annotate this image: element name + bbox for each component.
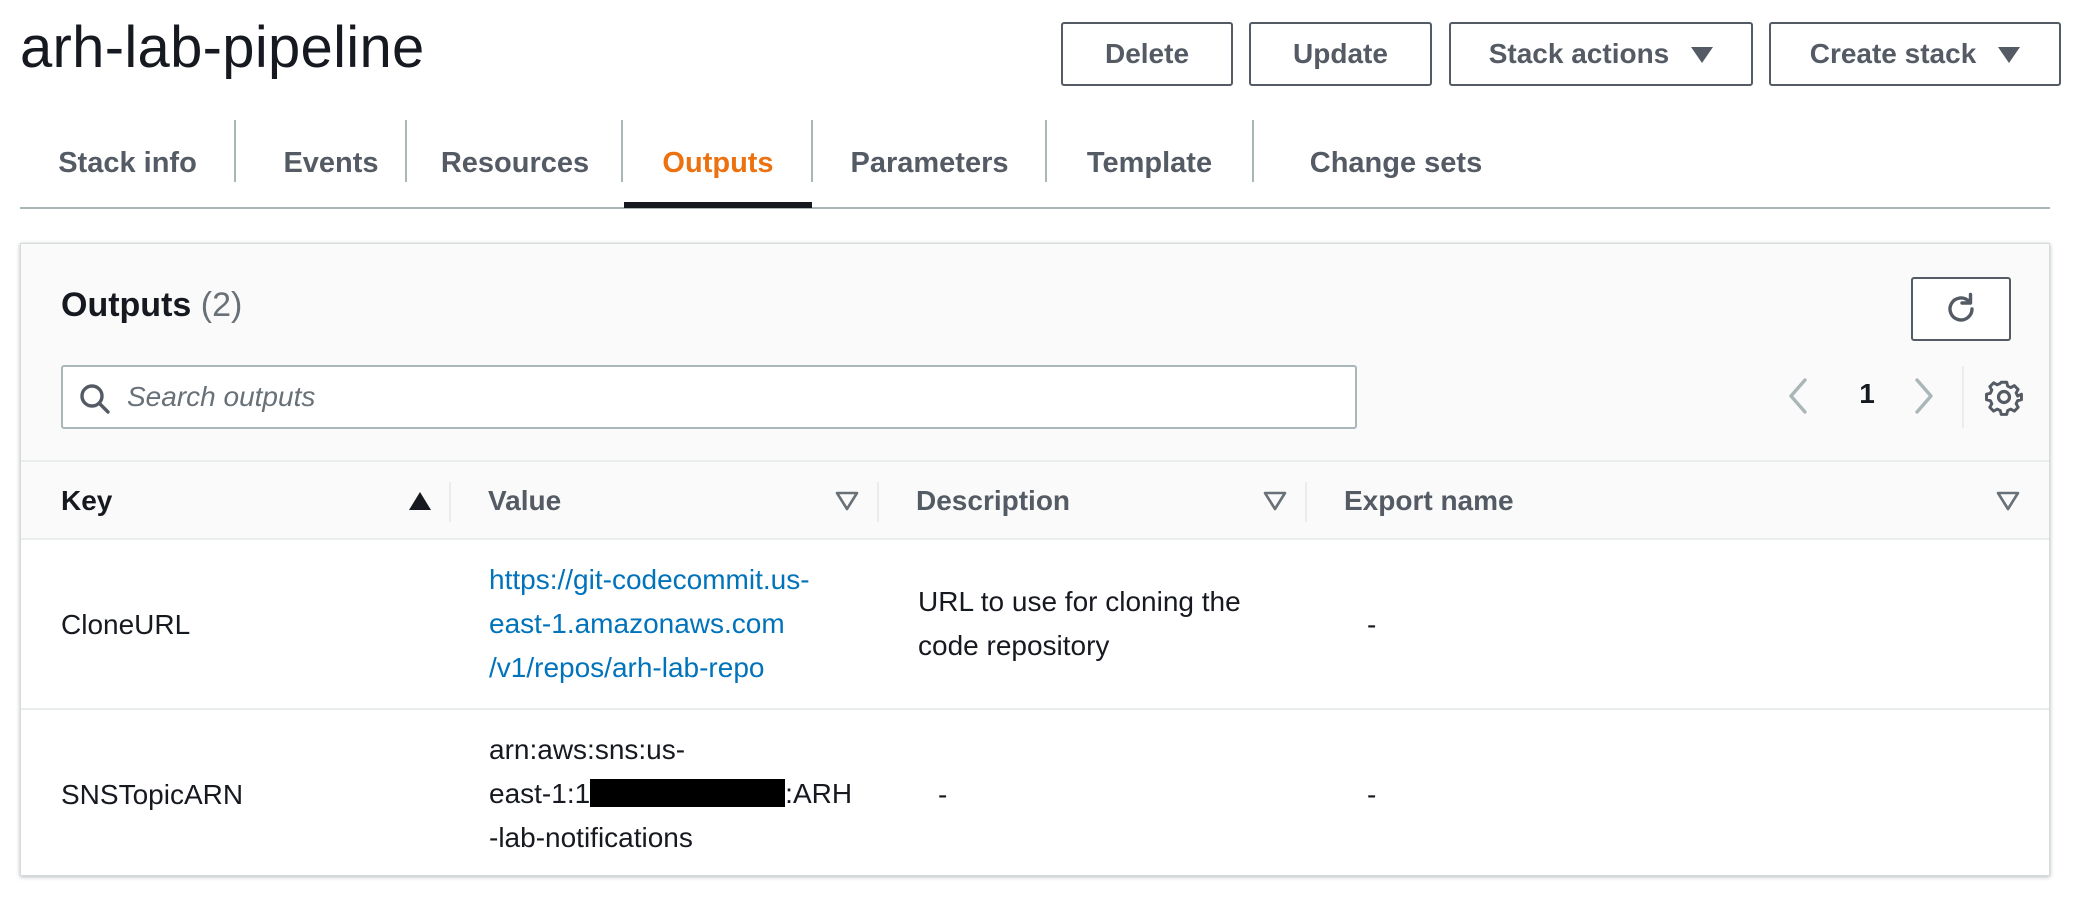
column-divider (1305, 482, 1307, 522)
sort-descending-outline-icon[interactable] (1995, 488, 2021, 514)
tab-divider (405, 120, 407, 182)
tab-events[interactable]: Events (236, 120, 426, 207)
update-button[interactable]: Update (1249, 22, 1432, 86)
delete-button[interactable]: Delete (1061, 22, 1233, 86)
chevron-right-icon[interactable] (1907, 373, 1941, 419)
sort-descending-outline-icon[interactable] (1262, 488, 1288, 514)
tab-label: Change sets (1309, 147, 1483, 179)
panel-title: Outputs (2) (61, 286, 242, 325)
column-header-key[interactable]: Key (61, 462, 112, 540)
output-key: CloneURL (61, 609, 191, 640)
outputs-count: (2) (200, 286, 243, 324)
tab-label: Events (283, 147, 379, 179)
stack-actions-button-label: Stack actions (1488, 38, 1670, 69)
output-key: SNSTopicARN (61, 779, 244, 810)
tab-change-sets[interactable]: Change sets (1253, 120, 1539, 207)
clone-url-link[interactable]: https://git-codecommit.us- east-1.amazon… (489, 564, 810, 683)
tab-divider (1045, 120, 1047, 182)
panel-header: Outputs (2) 1 (21, 244, 2049, 462)
output-value: https://git-codecommit.us- east-1.amazon… (489, 558, 810, 690)
sort-ascending-icon[interactable] (407, 488, 433, 514)
chevron-left-icon[interactable] (1781, 373, 1815, 419)
tab-divider (234, 120, 236, 182)
search-field[interactable] (61, 365, 1357, 429)
outputs-panel: Outputs (2) 1 (20, 243, 2050, 876)
output-description: URL to use for cloning the code reposito… (918, 580, 1241, 668)
column-divider (877, 482, 879, 522)
tab-divider (811, 120, 813, 182)
output-export-name: - (1367, 609, 1377, 640)
value-line: -lab-notifications (489, 822, 693, 853)
panel-title-text: Outputs (61, 286, 192, 324)
tab-parameters[interactable]: Parameters (813, 120, 1046, 207)
column-divider (449, 482, 451, 522)
delete-button-label: Delete (1104, 38, 1190, 69)
output-export-name: - (1367, 779, 1377, 810)
search-icon (80, 384, 110, 414)
tab-label: Template (1086, 147, 1213, 179)
tab-stack-info[interactable]: Stack info (20, 120, 235, 207)
tab-label: Outputs (662, 147, 774, 179)
value-line: :ARH (785, 778, 853, 809)
refresh-button[interactable] (1911, 277, 2011, 341)
link-line: https://git-codecommit.us- (489, 564, 810, 595)
column-header-export-name[interactable]: Export name (1344, 462, 1514, 540)
sort-descending-outline-icon[interactable] (834, 488, 860, 514)
tab-outputs[interactable]: Outputs (624, 120, 812, 207)
column-header-description[interactable]: Description (916, 462, 1070, 540)
table-row: SNSTopicARN arn:aws:sns:us- east-1:1 :ARH… (21, 710, 2049, 875)
value-line: arn:aws:sns:us- (489, 734, 686, 765)
caret-down-icon (1998, 47, 2021, 63)
tab-divider (1252, 120, 1254, 182)
tab-label: Parameters (850, 147, 1009, 179)
pagination-divider (1962, 366, 1964, 428)
value-line: east-1:1 (489, 778, 591, 809)
create-stack-button[interactable]: Create stack (1769, 22, 2061, 86)
output-value: arn:aws:sns:us- east-1:1 :ARH -lab-notifi… (489, 728, 852, 860)
table-header: Key Value Description Export name (21, 462, 2049, 540)
redacted-account-id (590, 779, 786, 807)
output-description: - (938, 779, 948, 810)
column-header-value[interactable]: Value (488, 462, 561, 540)
tab-label: Resources (440, 147, 590, 179)
tab-resources[interactable]: Resources (407, 120, 623, 207)
current-page-number[interactable]: 1 (1847, 378, 1887, 418)
description-line: URL to use for cloning the (918, 586, 1241, 617)
tab-bar: Stack info Events Resources Outputs Para… (20, 120, 2050, 209)
table-row: CloneURL https://git-codecommit.us- east… (21, 540, 2049, 710)
tab-label: Stack info (58, 147, 197, 179)
stack-actions-button[interactable]: Stack actions (1449, 22, 1753, 86)
tab-divider (621, 120, 623, 182)
refresh-icon (1948, 292, 1974, 322)
search-input[interactable] (127, 375, 1337, 419)
create-stack-button-label: Create stack (1809, 38, 1977, 69)
tab-template[interactable]: Template (1047, 120, 1252, 207)
link-line: east-1.amazonaws.com (489, 608, 785, 639)
update-button-label: Update (1293, 38, 1388, 69)
description-line: code repository (918, 630, 1110, 661)
page-title: arh-lab-pipeline (20, 15, 425, 80)
caret-down-icon (1691, 47, 1714, 63)
link-line: /v1/repos/arh-lab-repo (489, 652, 765, 683)
settings-icon[interactable] (1985, 378, 2023, 416)
active-tab-indicator (624, 202, 812, 208)
